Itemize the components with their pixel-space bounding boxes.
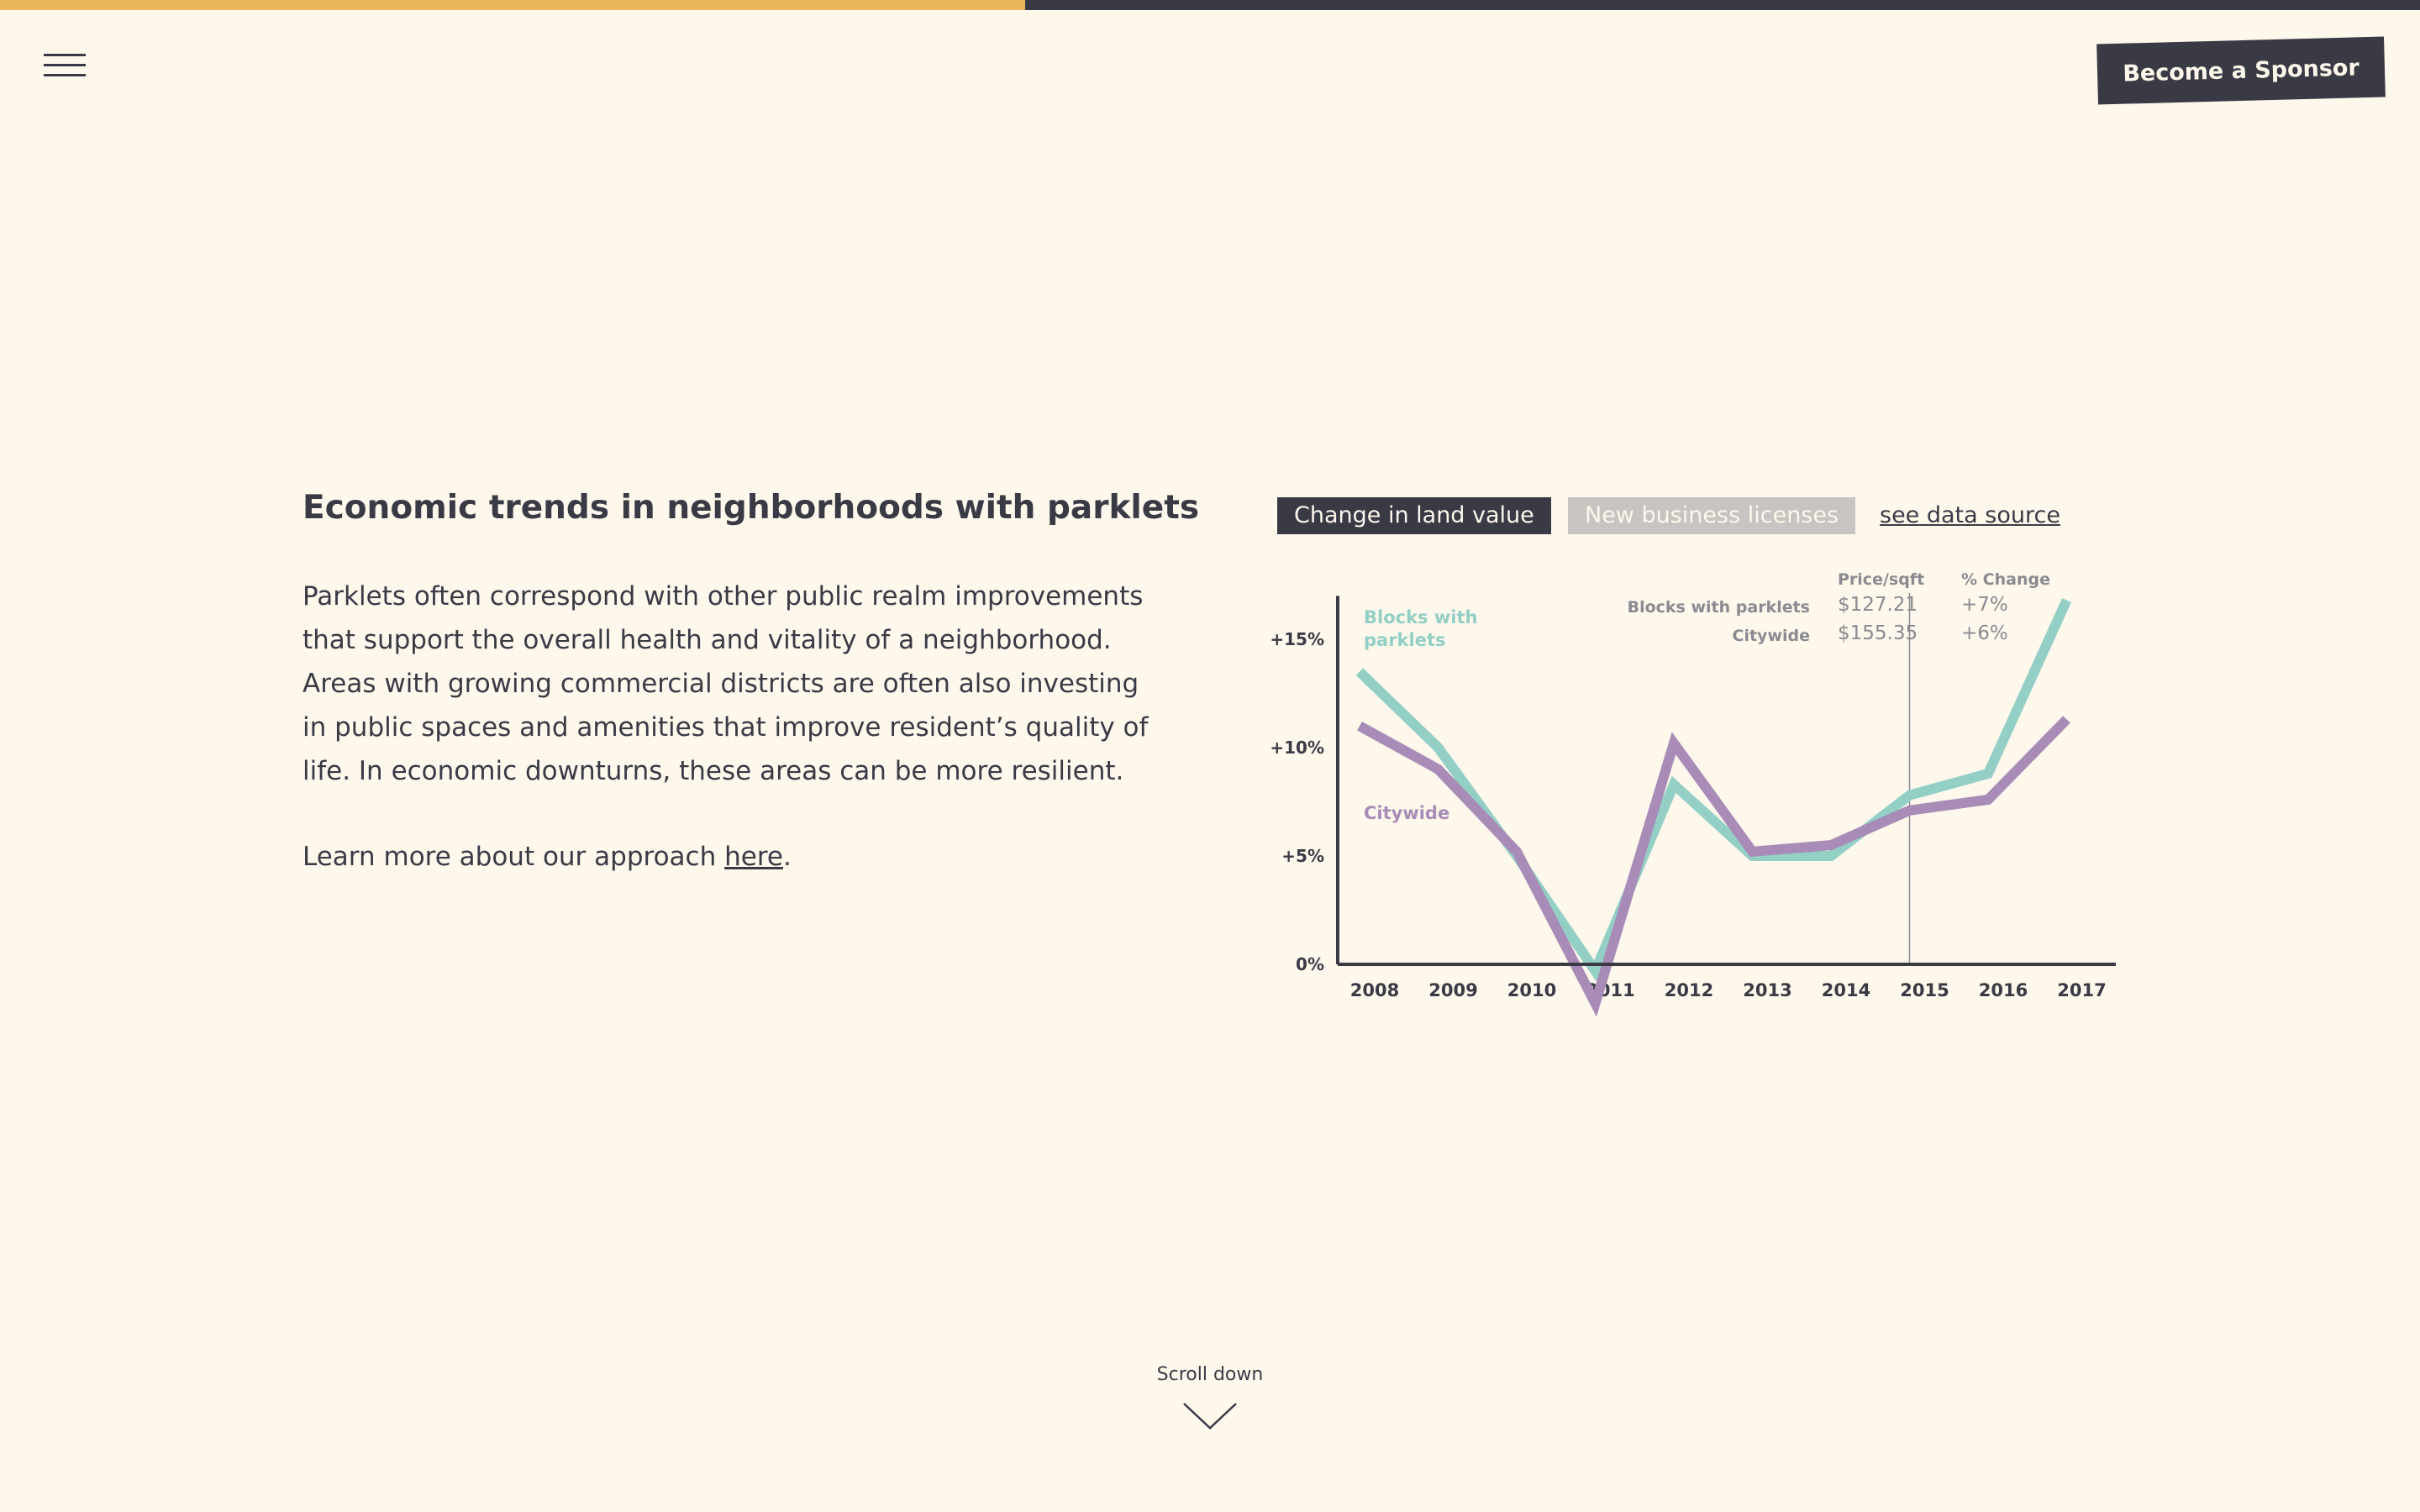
x-tick-label: 2015	[1900, 980, 1949, 1000]
hamburger-menu-icon[interactable]	[44, 54, 86, 82]
reading-progress-bar	[0, 0, 2420, 10]
scroll-down-label: Scroll down	[1156, 1364, 1264, 1385]
x-tick-label: 2008	[1350, 980, 1399, 1000]
menu-line	[44, 64, 86, 66]
become-sponsor-button[interactable]: Become a Sponsor	[2096, 36, 2386, 105]
x-tick-label: 2010	[1507, 980, 1556, 1000]
see-data-source-link[interactable]: see data source	[1880, 497, 2060, 534]
tooltip-row-label: Blocks with parklets	[1628, 598, 1810, 617]
series-line	[1357, 716, 2070, 1017]
x-tick-label: 2014	[1822, 980, 1870, 1000]
tooltip-change-value: +6%	[1961, 622, 2008, 644]
tooltip-column-price: Price/sqft	[1838, 570, 1924, 589]
series-label-citywide: Citywide	[1364, 803, 1449, 823]
y-tick-label: +15%	[1270, 629, 1324, 649]
tooltip-price-value: $127.21	[1838, 594, 1918, 616]
chevron-down-icon[interactable]	[1181, 1399, 1239, 1433]
tab-new-business-licenses[interactable]: New business licenses	[1568, 497, 1856, 534]
reading-progress-fill	[0, 0, 1025, 10]
section-title: Economic trends in neighborhoods with pa…	[302, 489, 1200, 527]
x-tick-label: 2017	[2057, 980, 2106, 1000]
tooltip-price-value: $155.35	[1838, 622, 1918, 644]
series-label-parklets: parklets	[1364, 630, 1446, 650]
menu-line	[44, 54, 86, 56]
learn-more-suffix: .	[782, 842, 792, 872]
learn-more-prefix: Learn more about our approach	[302, 842, 725, 872]
x-tick-label: 2009	[1428, 980, 1477, 1000]
tooltip-column-change: % Change	[1961, 570, 2050, 589]
section-body: Parklets often correspond with other pub…	[302, 581, 1149, 786]
y-tick-label: 0%	[1296, 954, 1324, 974]
x-tick-label: 2016	[1979, 980, 2028, 1000]
series-line	[1355, 598, 2071, 982]
land-value-line-chart[interactable]: 0%+5%+10%+15%2008 2009 2010 2011 2012 2013 201…	[1260, 554, 2134, 1025]
tab-change-in-land-value[interactable]: Change in land value	[1277, 497, 1551, 534]
learn-more-text: Learn more about our approach here.	[302, 835, 792, 879]
learn-more-link[interactable]: here	[724, 842, 783, 872]
x-tick-label: 2012	[1665, 980, 1713, 1000]
y-tick-label: +10%	[1270, 738, 1324, 758]
x-tick-label: 2013	[1743, 980, 1791, 1000]
y-tick-label: +5%	[1281, 846, 1324, 866]
menu-line	[44, 74, 86, 76]
tooltip-row-label: Citywide	[1733, 627, 1810, 645]
series-label-parklets: Blocks with	[1364, 607, 1477, 627]
tooltip-change-value: +7%	[1961, 594, 2008, 616]
